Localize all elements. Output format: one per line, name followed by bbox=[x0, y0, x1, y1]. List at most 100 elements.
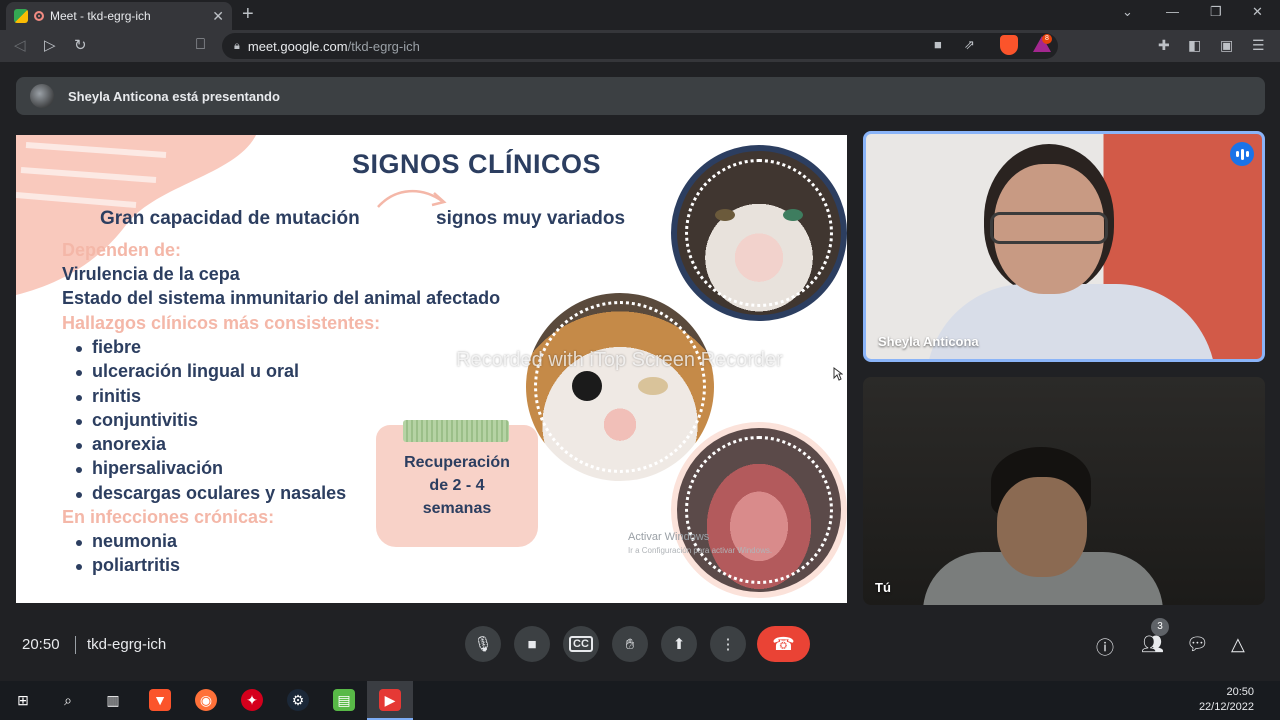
participant-tile-self[interactable]: Tú bbox=[863, 377, 1265, 605]
raise-hand-button[interactable]: ✋︎ bbox=[612, 626, 648, 662]
meeting-time: 20:50 bbox=[22, 636, 60, 653]
steam-app-icon[interactable]: ⚙ bbox=[287, 689, 309, 711]
back-icon[interactable]: ◁ bbox=[14, 36, 26, 54]
close-tab-icon[interactable]: ✕ bbox=[212, 8, 224, 25]
sidebar-icon[interactable]: ◧ bbox=[1188, 37, 1201, 54]
reload-icon[interactable]: ↻ bbox=[74, 36, 87, 54]
depends-item: Virulencia de la cepa bbox=[62, 264, 240, 284]
recovery-line: de 2 - 4 bbox=[429, 477, 485, 494]
people-count-badge: 3 bbox=[1151, 618, 1169, 636]
chronic-heading: En infecciones crónicas: bbox=[62, 507, 275, 527]
microphone-button[interactable]: 🎙︎ bbox=[465, 626, 501, 662]
cat-photo-conjunctivitis bbox=[671, 145, 847, 321]
more-vert-icon: ⋮ bbox=[720, 636, 736, 653]
photo-eye bbox=[715, 209, 735, 221]
tray-date: 22/12/2022 bbox=[1198, 701, 1254, 713]
list-item: poliartritis bbox=[76, 555, 180, 579]
meeting-code: tkd-egrg-ich bbox=[87, 636, 167, 653]
brave-shields-icon[interactable] bbox=[1000, 35, 1018, 55]
brave-app-icon[interactable]: ▼ bbox=[149, 689, 171, 711]
list-item: ulceración lingual u oral bbox=[76, 361, 346, 385]
new-tab-icon[interactable]: + bbox=[242, 3, 254, 26]
shared-presentation: SIGNOS CLÍNICOS Gran capacidad de mutaci… bbox=[16, 135, 847, 603]
list-item: rinitis bbox=[76, 386, 346, 410]
extensions-icon[interactable]: ✚ bbox=[1158, 37, 1170, 54]
presenting-banner: Sheyla Anticona está presentando bbox=[16, 77, 1265, 115]
captions-button[interactable]: CC bbox=[563, 626, 599, 662]
browser-toolbar: ◁ ▷ ↻ ⎕ 🔒︎ meet.google.com/tkd-egrg-ich … bbox=[0, 30, 1280, 62]
participant-face bbox=[997, 477, 1087, 577]
task-view-icon[interactable]: ▥ bbox=[102, 689, 124, 711]
chronic-list: neumonia poliartritis bbox=[76, 531, 180, 580]
camera-button[interactable]: ■ bbox=[514, 626, 550, 662]
search-icon[interactable]: ⌕ bbox=[57, 689, 79, 711]
findings-heading: Hallazgos clínicos más consistentes: bbox=[62, 313, 381, 333]
divider bbox=[75, 636, 76, 654]
tab-search-icon[interactable]: ⌄ bbox=[1122, 4, 1133, 20]
lock-icon: 🔒︎ bbox=[234, 39, 240, 52]
photo-eye bbox=[638, 377, 668, 395]
url-host: meet.google.com bbox=[247, 38, 348, 54]
android-app-icon[interactable]: ▤ bbox=[333, 689, 355, 711]
more-options-button[interactable]: ⋮ bbox=[710, 626, 746, 662]
mouse-cursor-icon bbox=[833, 367, 843, 381]
meet-favicon-icon bbox=[14, 9, 28, 23]
system-clock[interactable]: 20:50 22/12/2022 bbox=[1199, 685, 1254, 715]
wallet-icon[interactable]: ▣ bbox=[1220, 37, 1233, 54]
browser-tab-meet[interactable]: Meet - tkd-egrg-ich ✕ bbox=[6, 2, 232, 30]
recorder-watermark: Recorded with iTop Screen Recorder bbox=[456, 349, 783, 371]
list-item: anorexia bbox=[76, 434, 346, 458]
camera-in-use-icon[interactable]: ■ bbox=[934, 37, 942, 52]
browser-tab-bar: Meet - tkd-egrg-ich ✕ + ⌄ — ❐ ✕ bbox=[0, 0, 1280, 30]
activate-windows-subtext: Ir a Configuración para activar Windows. bbox=[628, 546, 773, 555]
list-item: fiebre bbox=[76, 337, 346, 361]
people-icon[interactable]: 👥︎ bbox=[1141, 634, 1164, 655]
windows-start-icon[interactable]: ⊞ bbox=[12, 689, 34, 711]
varied-signs-text: signos muy variados bbox=[436, 208, 626, 229]
chat-icon[interactable]: 💬︎ bbox=[1186, 634, 1209, 655]
present-button[interactable]: ⬆ bbox=[661, 626, 697, 662]
depends-heading: Dependen de: bbox=[62, 240, 182, 260]
photo-border bbox=[534, 301, 706, 473]
photo-eye bbox=[783, 209, 803, 221]
tab-title: Meet - tkd-egrg-ich bbox=[50, 9, 151, 23]
present-screen-icon: ⬆ bbox=[672, 636, 686, 653]
participant-tile-presenter[interactable]: Sheyla Anticona bbox=[863, 131, 1265, 362]
app-icon-red[interactable]: ✦ bbox=[241, 689, 263, 711]
share-icon[interactable]: ⇗ bbox=[964, 37, 975, 53]
list-item: hipersalivación bbox=[76, 458, 346, 482]
leave-call-button[interactable]: ☎︎ bbox=[757, 626, 810, 662]
forward-icon[interactable]: ▷ bbox=[44, 36, 56, 54]
close-window-icon[interactable]: ✕ bbox=[1252, 4, 1263, 20]
firefox-app-icon[interactable]: ◉ bbox=[195, 689, 217, 711]
windows-taskbar: ⊞ ⌕ ▥ ▼ ◉ ✦ ⚙ ▤ ▶ 20:50 22/12/2022 bbox=[0, 681, 1280, 720]
address-bar[interactable]: 🔒︎ meet.google.com/tkd-egrg-ich ■ ⇗ bbox=[222, 33, 1058, 59]
list-item: neumonia bbox=[76, 531, 180, 555]
menu-icon[interactable]: ☰ bbox=[1252, 37, 1265, 54]
meeting-controls: 20:50 tkd-egrg-ich 🎙︎ ■ CC ✋︎ ⬆ ⋮ ☎︎ ⓘ 👥… bbox=[0, 618, 1280, 670]
meeting-details-icon[interactable]: ⓘ bbox=[1096, 634, 1114, 660]
captions-icon: CC bbox=[569, 636, 593, 652]
participant-name: Sheyla Anticona bbox=[878, 334, 979, 349]
mutation-text: Gran capacidad de mutación bbox=[100, 208, 360, 229]
jar-lid bbox=[403, 420, 509, 442]
speaking-indicator-icon bbox=[1230, 142, 1254, 166]
presenter-avatar bbox=[30, 84, 54, 108]
recovery-text: Recuperación de 2 - 4 semanas bbox=[376, 451, 538, 520]
activities-icon[interactable]: △ bbox=[1231, 634, 1245, 655]
depends-item: Estado del sistema inmunitario del anima… bbox=[62, 288, 501, 308]
url-path: /tkd-egrg-ich bbox=[347, 38, 420, 54]
camera-icon: ■ bbox=[527, 635, 537, 653]
bookmark-icon[interactable]: ⎕ bbox=[196, 36, 205, 53]
presenting-text: Sheyla Anticona está presentando bbox=[68, 88, 280, 104]
recovery-line: Recuperación bbox=[404, 454, 510, 471]
findings-list: fiebre ulceración lingual u oral rinitis… bbox=[76, 337, 346, 507]
restore-icon[interactable]: ❐ bbox=[1210, 4, 1222, 20]
participant-glasses bbox=[990, 212, 1108, 244]
oral-ulcer-photo bbox=[671, 422, 847, 598]
screen-recorder-app-icon[interactable]: ▶ bbox=[379, 689, 401, 711]
photo-eye bbox=[572, 371, 602, 401]
participant-name: Tú bbox=[875, 580, 891, 595]
minimize-icon[interactable]: — bbox=[1166, 4, 1179, 19]
photo-border bbox=[685, 159, 833, 307]
